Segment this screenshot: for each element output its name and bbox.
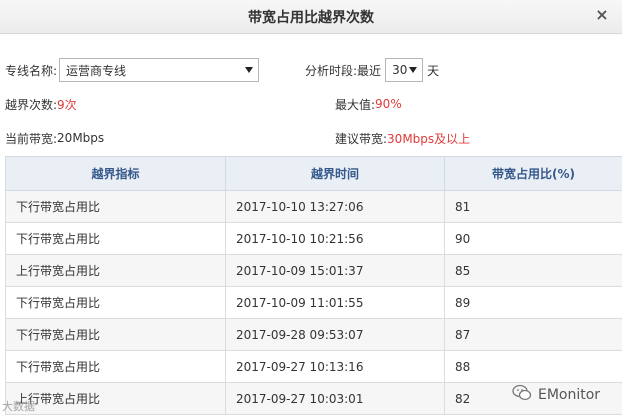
- period-select-value: 30: [392, 63, 408, 77]
- cell-time: 2017-10-10 13:27:06: [225, 190, 445, 223]
- current-label: 当前带宽:: [5, 131, 58, 146]
- filter-row: 专线名称: 运营商专线 分析时段: 最近 30 天: [0, 57, 622, 83]
- cell-time: 2017-09-27 10:03:01: [225, 382, 445, 415]
- cell-metric: 上行带宽占用比: [5, 382, 226, 415]
- chevron-down-icon: [409, 67, 418, 73]
- cell-ratio: 87: [444, 318, 622, 351]
- cell-metric: 下行带宽占用比: [5, 350, 226, 383]
- table-row[interactable]: 上行带宽占用比 2017-10-09 15:01:37 85: [5, 254, 622, 287]
- table-row[interactable]: 下行带宽占用比 2017-09-28 09:53:07 87: [5, 318, 622, 351]
- cell-time: 2017-09-28 09:53:07: [225, 318, 445, 351]
- cell-metric: 下行带宽占用比: [5, 318, 226, 351]
- summary-row-1: 越界次数: 9次 最大值: 90%: [0, 91, 622, 117]
- column-header-metric[interactable]: 越界指标: [5, 156, 226, 191]
- column-header-ratio[interactable]: 带宽占用比(%): [444, 156, 622, 191]
- cell-ratio: 89: [444, 286, 622, 319]
- exceed-field: 越界次数: 9次: [5, 91, 77, 117]
- wechat-icon: [512, 384, 532, 405]
- cell-metric: 下行带宽占用比: [5, 190, 226, 223]
- cell-time: 2017-09-27 10:13:16: [225, 350, 445, 383]
- period-prefix: 最近: [357, 63, 382, 78]
- close-icon[interactable]: ×: [594, 7, 610, 23]
- cell-metric: 上行带宽占用比: [5, 254, 226, 287]
- watermark-right-text: EMonitor: [538, 386, 601, 403]
- current-field: 当前带宽: 20Mbps: [5, 125, 104, 151]
- column-header-time[interactable]: 越界时间: [225, 156, 445, 191]
- suggest-value: 30Mbps及以上: [387, 131, 471, 146]
- table-row[interactable]: 下行带宽占用比 2017-09-27 10:13:16 88: [5, 350, 622, 383]
- line-field: 专线名称: 运营商专线: [5, 57, 260, 83]
- table-row[interactable]: 下行带宽占用比 2017-10-10 10:21:56 90: [5, 222, 622, 255]
- cell-metric: 下行带宽占用比: [5, 222, 226, 255]
- period-select[interactable]: 30: [385, 58, 424, 82]
- cell-ratio: 81: [444, 190, 622, 223]
- period-label: 分析时段:: [305, 63, 358, 78]
- dialog-title: 带宽占用比越界次数: [248, 9, 374, 26]
- chevron-down-icon: [245, 67, 254, 73]
- suggest-label: 建议带宽:: [335, 131, 388, 146]
- exceed-value: 9次: [57, 97, 77, 112]
- exceed-table: 越界指标 越界时间 带宽占用比(%) 下行带宽占用比 2017-10-10 13…: [5, 156, 622, 415]
- current-value: 20Mbps: [57, 131, 105, 145]
- dialog-titlebar: 带宽占用比越界次数 ×: [0, 0, 622, 34]
- table-header-row: 越界指标 越界时间 带宽占用比(%): [5, 156, 622, 191]
- cell-time: 2017-10-10 10:21:56: [225, 222, 445, 255]
- line-select-value: 运营商专线: [66, 63, 127, 78]
- period-field: 分析时段: 最近 30 天: [305, 57, 439, 83]
- cell-metric: 下行带宽占用比: [5, 286, 226, 319]
- table-row[interactable]: 下行带宽占用比 2017-10-09 11:01:55 89: [5, 286, 622, 319]
- summary-row-2: 当前带宽: 20Mbps 建议带宽: 30Mbps及以上: [0, 125, 622, 151]
- suggest-field: 建议带宽: 30Mbps及以上: [335, 125, 470, 151]
- cell-ratio: 88: [444, 350, 622, 383]
- exceed-label: 越界次数:: [5, 97, 58, 112]
- cell-ratio: 90: [444, 222, 622, 255]
- max-field: 最大值: 90%: [335, 91, 402, 117]
- cell-time: 2017-10-09 11:01:55: [225, 286, 445, 319]
- max-value: 90%: [375, 97, 402, 111]
- max-label: 最大值:: [335, 97, 376, 112]
- watermark-right: EMonitor: [512, 384, 600, 405]
- line-select[interactable]: 运营商专线: [59, 58, 260, 82]
- watermark-left: 大数据: [2, 398, 35, 414]
- line-label: 专线名称:: [5, 63, 58, 78]
- cell-time: 2017-10-09 15:01:37: [225, 254, 445, 287]
- watermark-left-text: 大数据: [2, 400, 35, 413]
- cell-ratio: 85: [444, 254, 622, 287]
- period-unit: 天: [427, 63, 440, 78]
- table-row[interactable]: 下行带宽占用比 2017-10-10 13:27:06 81: [5, 190, 622, 223]
